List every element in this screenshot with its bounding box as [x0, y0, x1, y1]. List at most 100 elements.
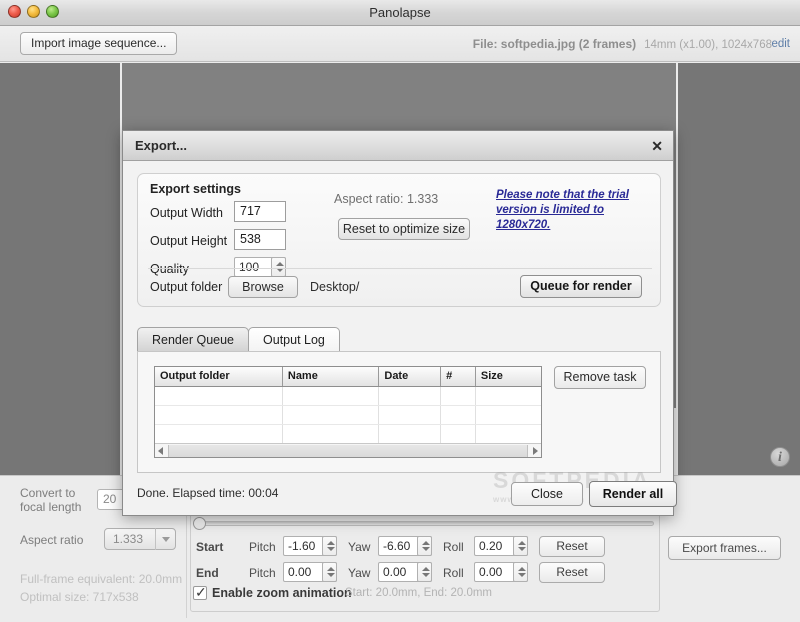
end-row-label: End — [196, 566, 219, 580]
end-pitch-stepper-arrows[interactable] — [322, 562, 337, 582]
start-pitch-label: Pitch — [249, 540, 276, 554]
enable-zoom-animation-checkbox[interactable] — [193, 584, 207, 601]
end-yaw-stepper[interactable]: 0.00 — [378, 562, 432, 582]
end-yaw-label: Yaw — [348, 566, 371, 580]
cell — [282, 405, 380, 425]
quality-value: 100 — [239, 260, 260, 274]
start-pitch-stepper[interactable]: -1.60 — [283, 536, 337, 556]
main-toolbar: Import image sequence... File: softpedia… — [0, 26, 800, 62]
quality-stepper[interactable]: 100 — [234, 257, 286, 277]
cell — [378, 405, 442, 425]
table-body — [155, 386, 541, 444]
file-dimensions-label: 14mm (x1.00), 1024x768 — [644, 39, 772, 51]
end-pitch-label: Pitch — [249, 566, 276, 580]
convert-focal-length-label: Convert to focal length — [20, 486, 81, 514]
start-roll-stepper[interactable]: 0.20 — [474, 536, 528, 556]
column-count[interactable]: # — [440, 367, 476, 387]
tab-output-log[interactable]: Output Log — [248, 327, 340, 352]
end-pitch-value: 0.00 — [288, 565, 312, 579]
export-dialog: Export... ✕ Export settings Output Width… — [122, 130, 677, 516]
start-roll-stepper-arrows[interactable] — [513, 536, 528, 556]
timeline-slider-handle[interactable] — [193, 517, 206, 530]
convert-label-line2: focal length — [20, 500, 82, 514]
export-frames-button[interactable]: Export frames... — [668, 536, 781, 560]
cell — [282, 386, 380, 406]
convert-label-line1: Convert to — [20, 486, 76, 500]
dialog-footer: SOFTPEDIA www.softpedia.com Done. Elapse… — [123, 467, 677, 515]
aspect-ratio-value: 1.333 — [113, 532, 144, 546]
end-roll-label: Roll — [443, 566, 464, 580]
start-yaw-stepper-arrows[interactable] — [417, 536, 432, 556]
end-roll-stepper[interactable]: 0.00 — [474, 562, 528, 582]
end-reset-button[interactable]: Reset — [539, 562, 605, 583]
file-info: File: softpedia.jpg (2 frames) 14mm (x1.0… — [473, 26, 772, 62]
enable-zoom-animation-label: Enable zoom animation — [212, 586, 352, 600]
table-row[interactable] — [155, 424, 541, 444]
end-pitch-stepper[interactable]: 0.00 — [283, 562, 337, 582]
tab-render-queue[interactable]: Render Queue — [137, 327, 250, 352]
render-queue-table-wrap: Output folder Name Date # Size — [154, 366, 542, 458]
queue-for-render-button[interactable]: Queue for render — [520, 275, 642, 298]
table-row[interactable] — [155, 405, 541, 425]
info-icon[interactable]: i — [770, 447, 790, 467]
start-yaw-stepper[interactable]: -6.60 — [378, 536, 432, 556]
cell — [282, 424, 380, 444]
cell — [440, 405, 476, 425]
cell — [378, 424, 442, 444]
end-roll-stepper-arrows[interactable] — [513, 562, 528, 582]
reset-to-optimize-size-button[interactable]: Reset to optimize size — [338, 218, 470, 240]
output-height-label: Output Height — [150, 234, 228, 248]
table-horizontal-scrollbar[interactable] — [155, 443, 541, 457]
preview-left-pane — [0, 63, 120, 475]
aspect-ratio-select[interactable]: 1.333 — [104, 528, 176, 550]
end-yaw-value: 0.00 — [383, 565, 407, 579]
cell — [475, 405, 541, 425]
start-yaw-label: Yaw — [348, 540, 371, 554]
start-pitch-stepper-arrows[interactable] — [322, 536, 337, 556]
import-image-sequence-button[interactable]: Import image sequence... — [20, 32, 178, 55]
render-all-button[interactable]: Render all — [589, 481, 677, 507]
cell — [155, 386, 283, 406]
browse-button[interactable]: Browse — [228, 276, 298, 298]
preview-right-pane — [678, 63, 800, 475]
zoom-animation-range-note: Start: 20.0mm, End: 20.0mm — [345, 587, 493, 599]
column-name[interactable]: Name — [282, 367, 380, 387]
end-yaw-stepper-arrows[interactable] — [417, 562, 432, 582]
scroll-left-icon[interactable] — [155, 444, 168, 457]
output-folder-path: Desktop/ — [310, 280, 360, 294]
start-roll-value: 0.20 — [479, 539, 503, 553]
output-height-input[interactable]: 538 — [234, 229, 286, 250]
table-header-row: Output folder Name Date # Size — [155, 367, 541, 387]
quality-stepper-arrows[interactable] — [271, 257, 286, 277]
scroll-right-icon[interactable] — [528, 444, 541, 457]
close-icon[interactable]: ✕ — [651, 131, 663, 161]
trial-limitation-note[interactable]: Please note that the trial version is li… — [496, 188, 656, 233]
quality-label: Quality — [150, 262, 189, 276]
export-settings-group: Export settings Output Width 717 Output … — [137, 173, 661, 307]
cell — [155, 424, 283, 444]
export-dialog-title: Export... — [135, 138, 188, 153]
full-frame-equivalent-label: Full-frame equivalent: 20.0mm — [20, 572, 183, 586]
timeline-slider-track[interactable] — [196, 521, 654, 526]
output-width-input[interactable]: 717 — [234, 201, 286, 222]
edit-link[interactable]: edit — [771, 26, 790, 62]
start-roll-label: Roll — [443, 540, 464, 554]
dialog-tabs: Render Queue Output Log — [137, 327, 340, 352]
column-date[interactable]: Date — [378, 367, 442, 387]
remove-task-button[interactable]: Remove task — [554, 366, 646, 389]
settings-divider — [148, 268, 652, 269]
start-row-label: Start — [196, 540, 224, 554]
status-text: Done. Elapsed time: 00:04 — [137, 486, 279, 500]
column-size[interactable]: Size — [475, 367, 541, 387]
render-queue-panel: Output folder Name Date # Size Remove ta… — [137, 351, 661, 473]
app-window: Panolapse Import image sequence... File:… — [0, 0, 800, 622]
column-output-folder[interactable]: Output folder — [155, 367, 283, 387]
output-width-label: Output Width — [150, 206, 223, 220]
export-dialog-titlebar: Export... ✕ — [123, 131, 673, 161]
cell — [440, 386, 476, 406]
table-row[interactable] — [155, 386, 541, 406]
window-title: Panolapse — [369, 5, 431, 20]
start-reset-button[interactable]: Reset — [539, 536, 605, 557]
close-button[interactable]: Close — [511, 482, 583, 506]
scrollbar-thumb[interactable] — [168, 445, 528, 457]
